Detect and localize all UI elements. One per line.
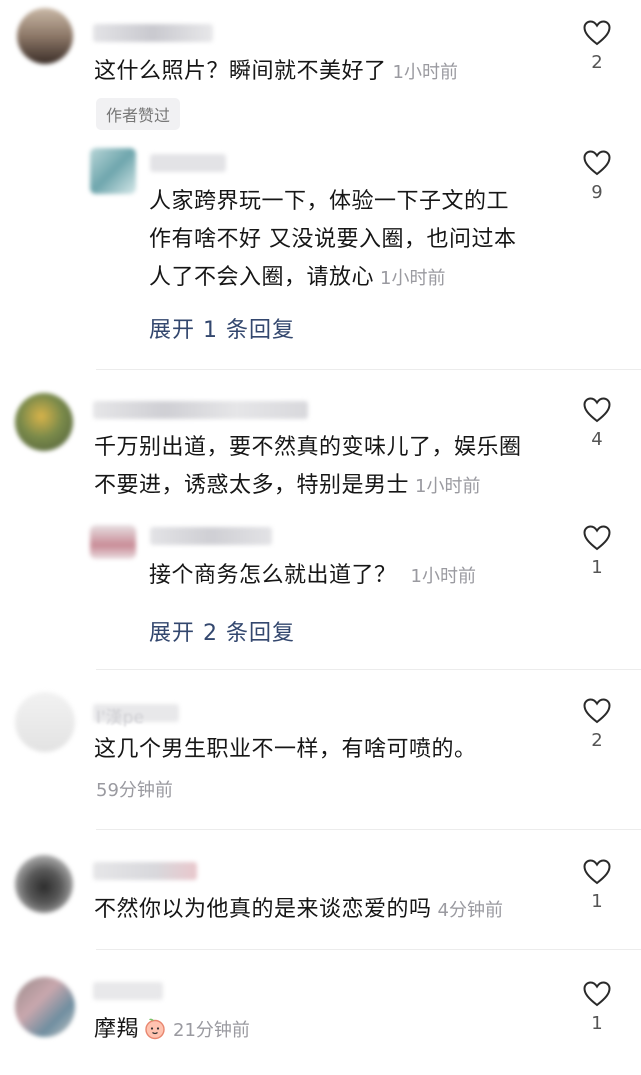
username[interactable]: [93, 24, 213, 42]
comment-item: 摩羯 21分钟前 1: [0, 950, 641, 1075]
avatar[interactable]: [15, 855, 73, 913]
heart-icon: [583, 397, 611, 423]
reply-time: 1小时前: [410, 566, 476, 587]
avatar[interactable]: [17, 8, 73, 64]
reply-like-button[interactable]: 9: [577, 150, 617, 203]
like-button[interactable]: 2: [577, 698, 617, 751]
comment-time: 1小时前: [415, 476, 481, 497]
comment-text-content: 这什么照片？瞬间就不美好了: [94, 59, 387, 84]
like-count: 1: [591, 891, 603, 912]
like-count: 2: [591, 730, 603, 751]
comment-text: 这几个男生职业不一样，有啥可喷的。: [94, 731, 477, 769]
heart-icon: [583, 698, 611, 724]
reply-text: 人家跨界玩一下，体验一下子文的工 作有啥不好 又没说要入圈，也问过本 人了不会入…: [149, 183, 517, 298]
heart-icon: [583, 859, 611, 885]
peach-face-emoji: [145, 1018, 165, 1040]
username[interactable]: [93, 401, 308, 419]
reply-text-content: 接个商务怎么就出道了？: [149, 563, 397, 588]
comment-text: 千万别出道，要不然真的变味儿了，娱乐圈 不要进，诱惑太多，特别是男士 1小时前: [94, 429, 522, 506]
comment-time: 1小时前: [392, 62, 458, 83]
avatar[interactable]: [15, 393, 73, 451]
like-count: 9: [591, 182, 603, 203]
reply-avatar[interactable]: [90, 525, 136, 559]
heart-icon: [583, 150, 611, 176]
like-count: 1: [591, 557, 603, 578]
comment-item: 这什么照片？瞬间就不美好了 1小时前 2 作者赞过 人家跨界玩一下，体验一下子文的…: [0, 0, 641, 370]
username[interactable]: [93, 862, 197, 880]
reply-text-line: 人了不会入圈，请放心: [149, 265, 375, 290]
like-button[interactable]: 1: [577, 859, 617, 912]
comment-text: 摩羯 21分钟前: [94, 1011, 250, 1050]
comment-item: 不然你以为他真的是来谈恋爱的吗 4分钟前 1: [0, 830, 641, 950]
comment-text: 不然你以为他真的是来谈恋爱的吗 4分钟前: [94, 891, 503, 930]
comment-text-content: 摩羯: [94, 1017, 140, 1042]
like-count: 2: [591, 52, 603, 73]
avatar[interactable]: [15, 977, 75, 1037]
reply-text: 接个商务怎么就出道了？ 1小时前: [149, 557, 476, 596]
comment-item: I'漢pe 这几个男生职业不一样，有啥可喷的。 59分钟前 2: [0, 670, 641, 830]
expand-replies-link[interactable]: 展开 1 条回复: [149, 312, 295, 344]
reply-username[interactable]: [150, 154, 226, 172]
comment-text-content: 这几个男生职业不一样，有啥可喷的。: [94, 737, 477, 762]
comment-text-line: 不要进，诱惑太多，特别是男士: [94, 473, 410, 498]
author-liked-badge: 作者赞过: [96, 98, 181, 130]
comment-time: 4分钟前: [437, 900, 503, 921]
like-button[interactable]: 1: [577, 981, 617, 1034]
expand-replies-link[interactable]: 展开 2 条回复: [149, 615, 295, 647]
like-count: 4: [591, 429, 603, 450]
like-count: 1: [591, 1013, 603, 1034]
heart-icon: [583, 525, 611, 551]
comment-text: 这什么照片？瞬间就不美好了 1小时前: [94, 53, 458, 92]
reply-like-button[interactable]: 1: [577, 525, 617, 578]
heart-icon: [583, 981, 611, 1007]
like-button[interactable]: 4: [577, 397, 617, 450]
comment-text-content: 不然你以为他真的是来谈恋爱的吗: [94, 897, 432, 922]
reply-text-line: 人家跨界玩一下，体验一下子文的工: [149, 189, 510, 214]
like-button[interactable]: 2: [577, 20, 617, 73]
comment-time: 21分钟前: [173, 1020, 250, 1041]
reply-avatar[interactable]: [90, 148, 136, 194]
comment-text-line: 千万别出道，要不然真的变味儿了，娱乐圈: [94, 435, 522, 460]
reply-time: 1小时前: [380, 268, 446, 289]
username[interactable]: [93, 982, 163, 1000]
avatar[interactable]: [15, 692, 75, 752]
reply-username[interactable]: [150, 527, 272, 545]
heart-icon: [583, 20, 611, 46]
reply-text-line: 作有啥不好 又没说要入圈，也问过本: [149, 227, 517, 252]
comment-time: 59分钟前: [96, 780, 173, 801]
username-partial: I'漢pe: [96, 708, 144, 728]
comment-item: 千万别出道，要不然真的变味儿了，娱乐圈 不要进，诱惑太多，特别是男士 1小时前 4…: [0, 370, 641, 670]
